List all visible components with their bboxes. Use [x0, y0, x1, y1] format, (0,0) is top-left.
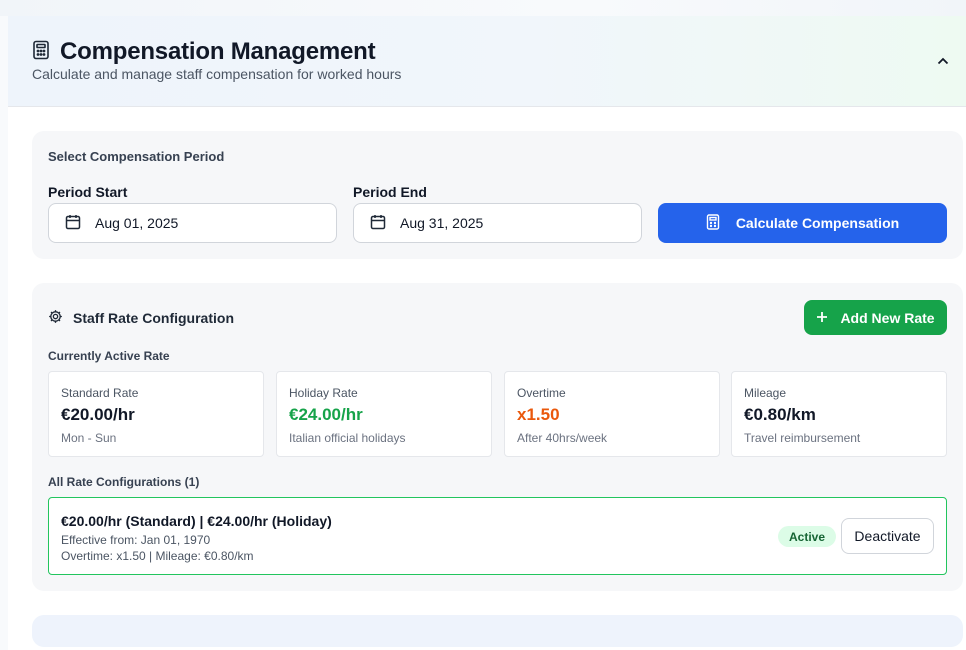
- mileage-rate-card: Mileage €0.80/km Travel reimbursement: [731, 371, 947, 457]
- rate-config-title: Staff Rate Configuration: [73, 310, 234, 326]
- rate-card-value: €20.00/hr: [61, 405, 135, 424]
- rate-card-label: Mileage: [744, 386, 787, 400]
- gear-icon: [48, 309, 63, 327]
- calculator-icon: [32, 40, 50, 65]
- rate-card-value: €0.80/km: [744, 405, 816, 424]
- page-title: Compensation Management: [60, 38, 376, 65]
- rate-config-summary: €20.00/hr (Standard) | €24.00/hr (Holida…: [61, 513, 332, 529]
- rate-config-item: €20.00/hr (Standard) | €24.00/hr (Holida…: [48, 497, 947, 575]
- calendar-icon: [65, 214, 81, 233]
- rate-card-label: Holiday Rate: [289, 386, 358, 400]
- status-badge: Active: [778, 526, 837, 547]
- period-end-input[interactable]: Aug 31, 2025: [353, 203, 642, 243]
- rate-card-sub: Travel reimbursement: [744, 431, 861, 445]
- standard-rate-card: Standard Rate €20.00/hr Mon - Sun: [48, 371, 264, 457]
- period-end-label: Period End: [353, 184, 427, 200]
- title-row: Compensation Management: [32, 38, 376, 66]
- period-start-value: Aug 01, 2025: [95, 215, 179, 231]
- calculator-icon: [706, 213, 720, 233]
- rate-config-details: Overtime: x1.50 | Mileage: €0.80/km: [61, 549, 254, 563]
- overtime-rate-card: Overtime x1.50 After 40hrs/week: [504, 371, 720, 457]
- rate-card-label: Overtime: [517, 386, 566, 400]
- period-end-value: Aug 31, 2025: [400, 215, 484, 231]
- rate-card-sub: Mon - Sun: [61, 431, 117, 445]
- next-section-card: [32, 615, 963, 647]
- main-content: Select Compensation Period Period Start …: [8, 107, 966, 650]
- rate-config-effective: Effective from: Jan 01, 1970: [61, 533, 211, 547]
- rate-card-value: €24.00/hr: [289, 405, 363, 424]
- rate-card-label: Standard Rate: [61, 386, 139, 400]
- top-strip: [0, 0, 966, 16]
- add-new-rate-label: Add New Rate: [840, 309, 935, 326]
- page-header: Compensation Management Calculate and ma…: [8, 16, 966, 107]
- rate-card-value: x1.50: [517, 405, 560, 424]
- deactivate-button[interactable]: Deactivate: [841, 518, 934, 554]
- calculate-compensation-label: Calculate Compensation: [735, 215, 900, 231]
- calculate-compensation-button[interactable]: Calculate Compensation: [658, 203, 947, 243]
- holiday-rate-card: Holiday Rate €24.00/hr Italian official …: [276, 371, 492, 457]
- page-subtitle: Calculate and manage staff compensation …: [32, 66, 402, 82]
- rate-card-sub: After 40hrs/week: [517, 431, 608, 445]
- collapse-button[interactable]: [934, 52, 952, 70]
- period-section-label: Select Compensation Period: [48, 149, 225, 164]
- period-card: Select Compensation Period Period Start …: [32, 131, 963, 259]
- rate-card-sub: Italian official holidays: [289, 431, 406, 445]
- add-new-rate-button[interactable]: Add New Rate: [804, 300, 947, 335]
- rate-configuration-card: Staff Rate Configuration Add New Rate Cu…: [32, 283, 963, 591]
- rate-config-heading: Staff Rate Configuration: [48, 309, 234, 327]
- calendar-icon: [370, 214, 386, 233]
- period-start-label: Period Start: [48, 184, 128, 200]
- active-rate-label: Currently Active Rate: [48, 349, 170, 363]
- all-rates-label: All Rate Configurations (1): [48, 475, 200, 489]
- period-start-input[interactable]: Aug 01, 2025: [48, 203, 337, 243]
- plus-icon: [816, 310, 828, 326]
- chevron-up-icon: [937, 57, 949, 65]
